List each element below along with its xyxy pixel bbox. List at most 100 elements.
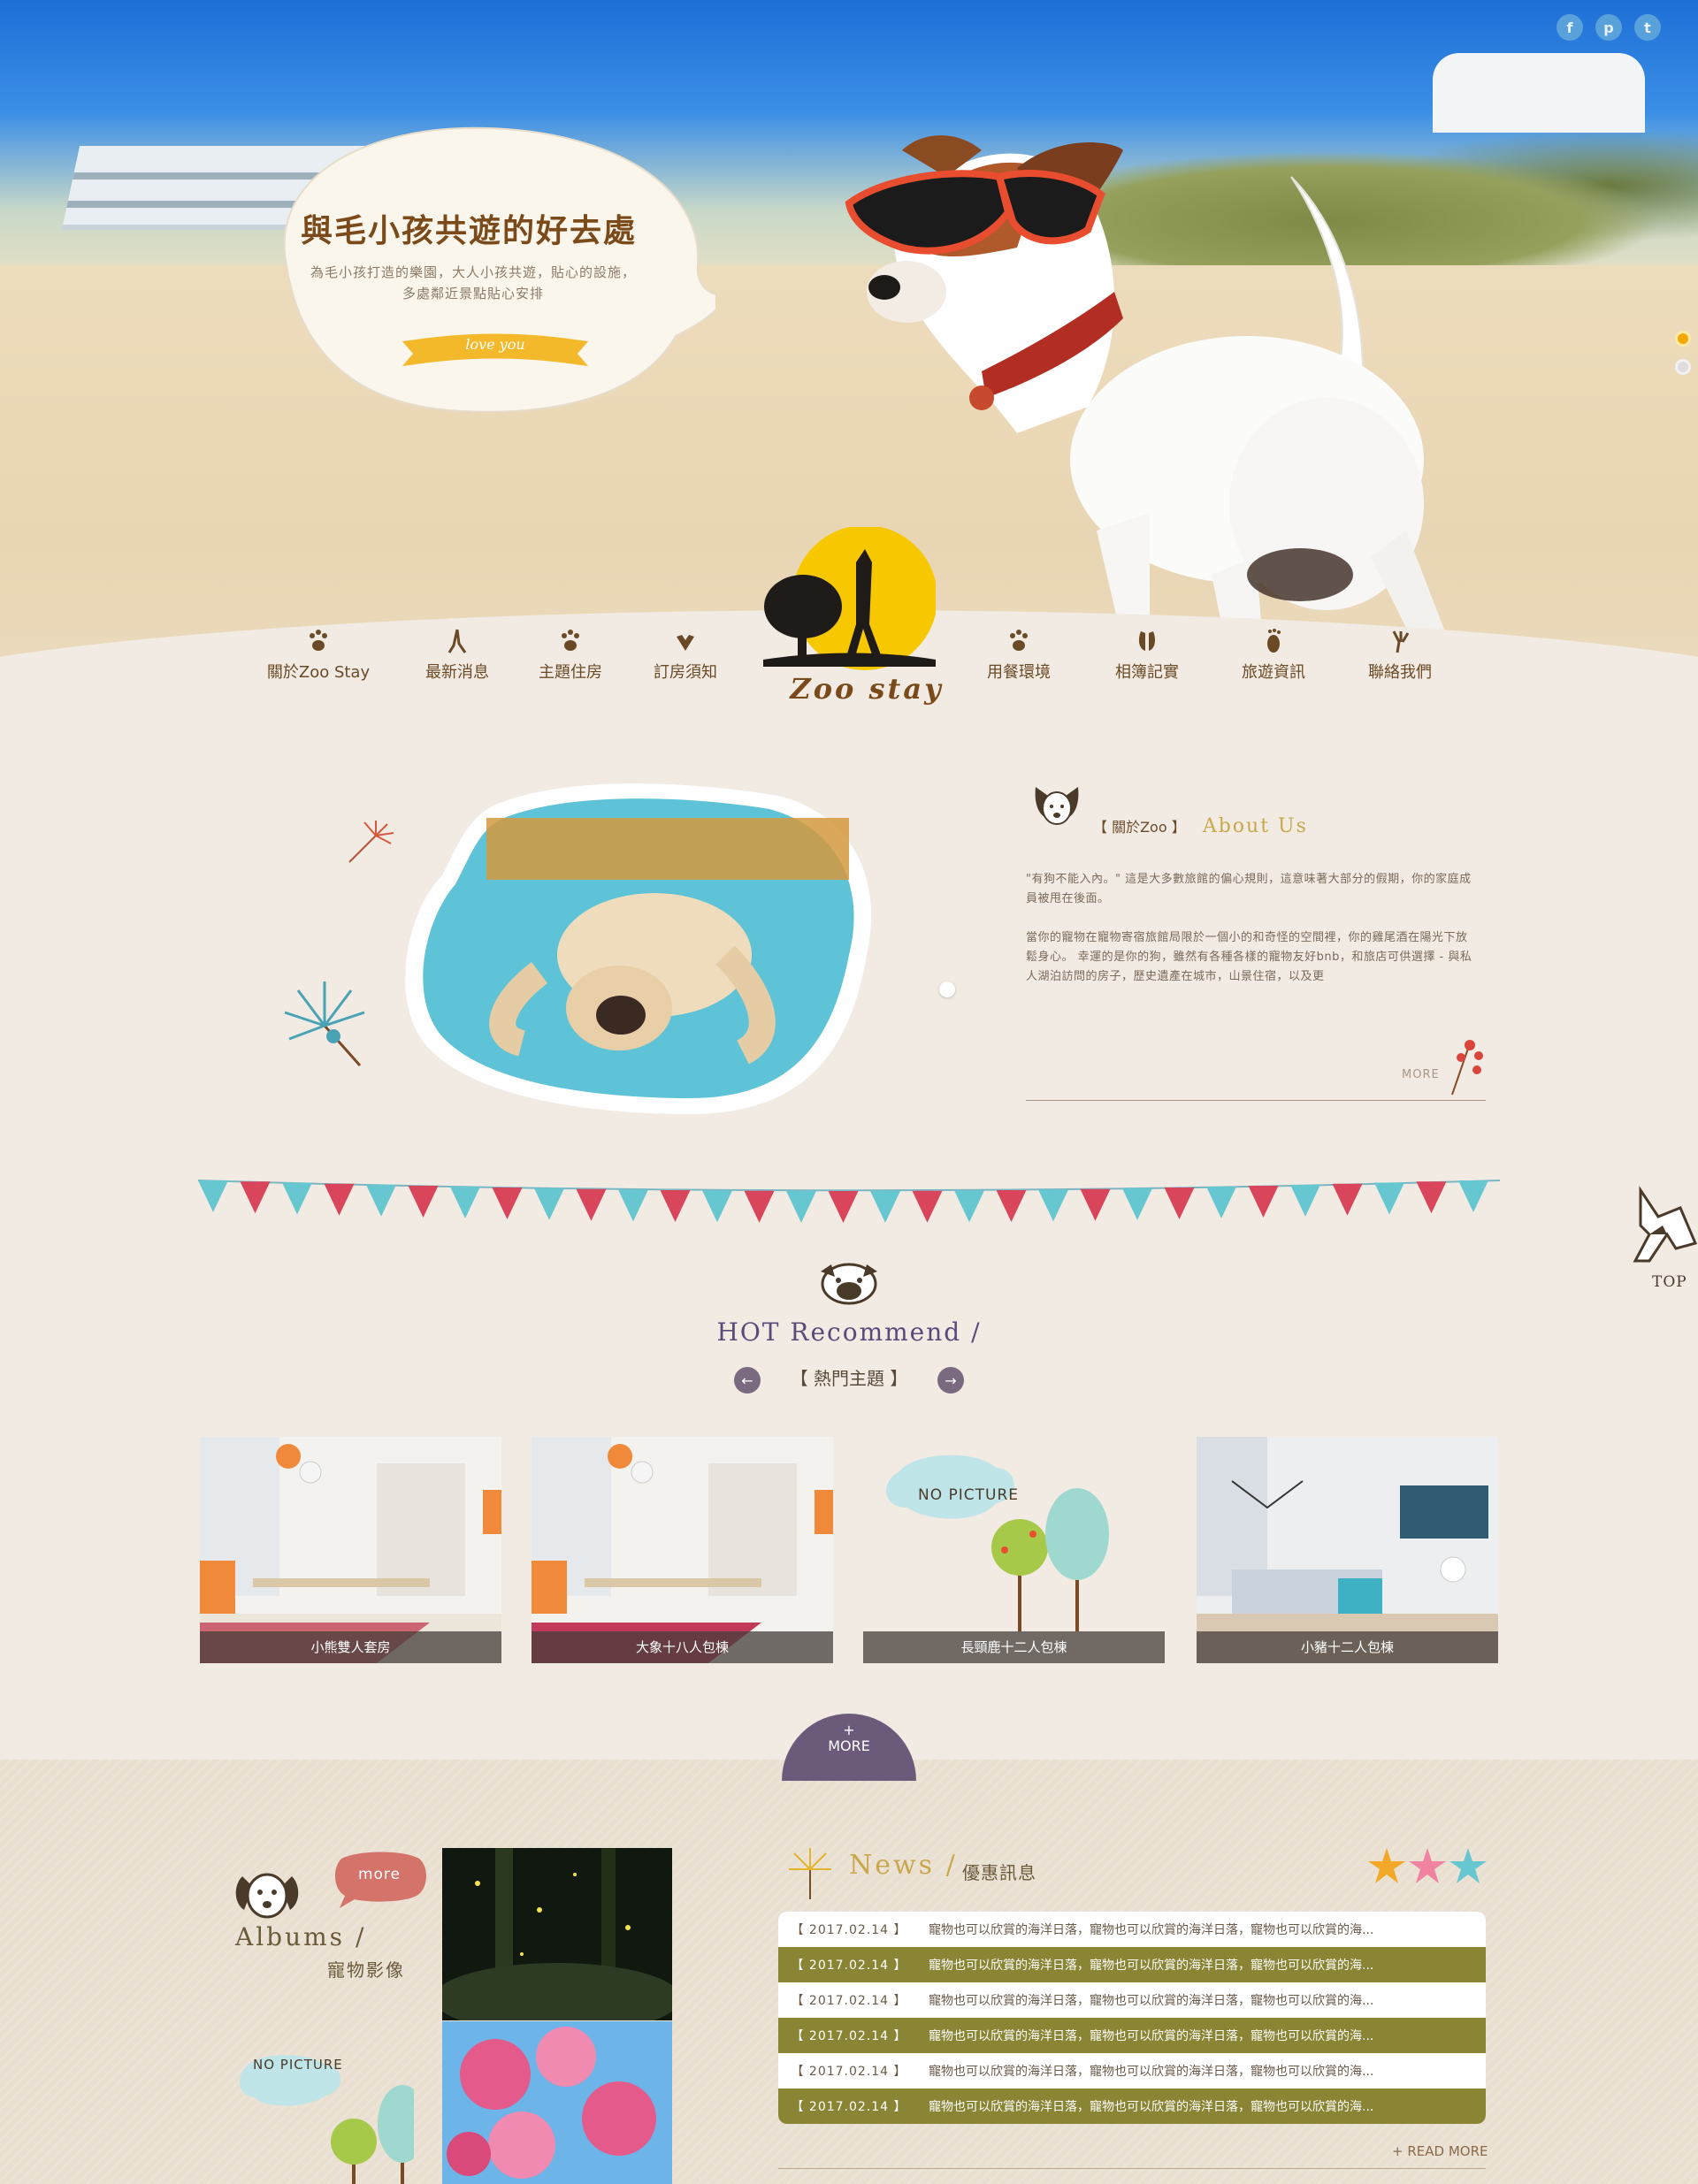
news-date: 【 2017.02.14 】 — [791, 1994, 907, 2008]
hero-slider-dots — [1675, 331, 1691, 375]
news-date: 【 2017.02.14 】 — [791, 1959, 907, 1973]
album-photo — [442, 2021, 672, 2184]
news-divider — [778, 2168, 1486, 2169]
dandelion-icon — [284, 981, 365, 1066]
main-nav: 關於Zoo Stay 最新消息 主題住房 訂房須知 用餐環境 相簿記實 旅遊資訊… — [0, 628, 1698, 690]
paw-icon — [562, 630, 579, 651]
about-more-link[interactable]: MORE — [1402, 1068, 1440, 1081]
nav-label: 聯絡我們 — [1368, 663, 1432, 682]
news-title: News / — [849, 1850, 958, 1881]
nav-item-dining[interactable]: 用餐環境 — [952, 628, 1085, 683]
bunting-flag — [282, 1182, 312, 1215]
news-row[interactable]: 【 2017.02.14 】 寵物也可以欣賞的海洋日落，寵物也可以欣賞的海洋日落，… — [778, 1947, 1486, 1982]
news-row[interactable]: 【 2017.02.14 】 寵物也可以欣賞的海洋日落，寵物也可以欣賞的海洋日落，… — [778, 2089, 1486, 2124]
hoof-icon — [1138, 631, 1156, 651]
footprint-icon — [447, 629, 467, 653]
news-row[interactable]: 【 2017.02.14 】 寵物也可以欣賞的海洋日落，寵物也可以欣賞的海洋日落，… — [778, 2018, 1486, 2053]
room-card[interactable]: 小熊雙人套房 — [200, 1437, 501, 1663]
about-title: 【 關於Zoo 】 About Us — [1093, 815, 1308, 837]
album-photo — [442, 1848, 672, 2020]
news-read-more-link[interactable]: + READ MORE — [1392, 2143, 1488, 2159]
nav-label: 相簿記實 — [1115, 663, 1179, 682]
paw-icon — [1010, 630, 1028, 651]
bunting-flag — [996, 1189, 1027, 1222]
hot-cards: 小熊雙人套房 大象十八人包棟 NO PICTURE 長頸鹿十二人包棟 小豬十二人… — [200, 1437, 1498, 1663]
slider-dot[interactable] — [1675, 359, 1691, 375]
bunting-flag — [828, 1191, 859, 1223]
no-picture-illustration — [886, 1455, 1109, 1631]
bunting-flag — [1038, 1189, 1068, 1222]
news-text: 寵物也可以欣賞的海洋日落，寵物也可以欣賞的海洋日落，寵物也可以欣賞的海... — [929, 2100, 1374, 2114]
nav-label: 主題住房 — [539, 663, 602, 682]
albums-no-picture-label: NO PICTURE — [253, 2057, 343, 2073]
about-body: "有狗不能入內。" 這是大多數旅館的偏心規則，這意味著大部分的假期，你的家庭成員… — [1026, 870, 1479, 1012]
about-title-en: About Us — [1202, 815, 1308, 837]
slider-dot[interactable] — [1675, 331, 1691, 347]
love-ribbon-text: love you — [465, 336, 525, 353]
bunting-flag — [1374, 1182, 1404, 1215]
nav-item-travel[interactable]: 旅遊資訊 — [1207, 628, 1340, 683]
about-title-zh: 【 關於Zoo 】 — [1093, 819, 1186, 836]
dog-head-icon — [1035, 787, 1079, 825]
room-photo — [1197, 1437, 1498, 1663]
berry-branch-icon — [1451, 1040, 1483, 1096]
paw-icon — [310, 630, 327, 651]
news-row[interactable]: 【 2017.02.14 】 寵物也可以欣賞的海洋日落，寵物也可以欣賞的海洋日落，… — [778, 1982, 1486, 2018]
bunting-flag — [240, 1181, 271, 1214]
news-date: 【 2017.02.14 】 — [791, 2065, 907, 2079]
news-text: 寵物也可以欣賞的海洋日落，寵物也可以欣賞的海洋日落，寵物也可以欣賞的海... — [929, 2029, 1374, 2043]
pug-icon — [821, 1263, 877, 1305]
social-links: f p t — [1556, 14, 1661, 41]
no-picture-label: NO PICTURE — [918, 1486, 1020, 1504]
about-paragraph: "有狗不能入內。" 這是大多數旅館的偏心規則，這意味著大部分的假期，你的家庭成員… — [1026, 873, 1472, 905]
more-plus: + — [843, 1722, 855, 1738]
room-photo — [532, 1437, 833, 1663]
facebook-icon[interactable]: f — [1556, 14, 1583, 41]
dandelion-icon — [789, 1848, 831, 1899]
room-card[interactable]: 大象十八人包棟 — [532, 1437, 833, 1663]
bunting-flag — [1080, 1188, 1111, 1221]
bunting-flag — [1332, 1183, 1363, 1216]
room-photo — [200, 1437, 501, 1663]
bunting-flag — [1458, 1180, 1488, 1212]
nav-item-booking[interactable]: 訂房須知 — [619, 628, 752, 683]
album-photo-forest[interactable] — [442, 1848, 672, 2020]
news-subtitle: 優惠訊息 — [962, 1862, 1036, 1883]
nav-item-albums[interactable]: 相簿記實 — [1081, 628, 1213, 683]
hot-more-button[interactable]: + MORE — [782, 1714, 916, 1781]
bunting-flag — [1416, 1181, 1447, 1214]
nav-label: 關於Zoo Stay — [266, 663, 371, 682]
room-card[interactable]: NO PICTURE 長頸鹿十二人包棟 — [863, 1437, 1165, 1663]
room-caption: 小熊雙人套房 — [200, 1631, 501, 1663]
room-card[interactable]: 小豬十二人包棟 — [1197, 1437, 1498, 1663]
bunting-flag — [870, 1190, 900, 1223]
albums-title: Albums / — [235, 1922, 367, 1951]
album-photo-blossom[interactable] — [442, 2021, 672, 2184]
news-text: 寵物也可以欣賞的海洋日落，寵物也可以欣賞的海洋日落，寵物也可以欣賞的海... — [929, 2065, 1374, 2079]
bunting-flag — [744, 1190, 775, 1223]
hero-text: 為毛小孩打造的樂園，大人小孩共遊，貼心的設施，多處鄰近景點貼心安排 — [310, 264, 636, 302]
bunting-decoration — [198, 1180, 1500, 1223]
news-row[interactable]: 【 2017.02.14 】 寵物也可以欣賞的海洋日落，寵物也可以欣賞的海洋日落，… — [778, 2053, 1486, 2089]
hot-next-button[interactable]: → — [937, 1367, 964, 1394]
room-caption: 小豬十二人包棟 — [1197, 1631, 1498, 1663]
twitter-icon[interactable]: t — [1634, 14, 1661, 41]
bunting-flag — [786, 1190, 816, 1223]
pinterest-icon[interactable]: p — [1595, 14, 1622, 41]
nav-item-contact[interactable]: 聯絡我們 — [1334, 628, 1466, 683]
bunting-flag — [1248, 1186, 1279, 1218]
news-date: 【 2017.02.14 】 — [791, 2029, 907, 2043]
nav-item-rooms[interactable]: 主題住房 — [504, 628, 637, 683]
bunting-flag — [1122, 1187, 1152, 1220]
bunting-flag — [534, 1187, 564, 1220]
hero-title: 與毛小孩共遊的好去處 — [300, 212, 637, 249]
bunting-flag — [198, 1180, 228, 1212]
room-caption: 大象十八人包棟 — [532, 1631, 833, 1663]
about-slider-dot[interactable] — [939, 981, 955, 997]
nav-item-about[interactable]: 關於Zoo Stay — [252, 628, 385, 683]
news-row[interactable]: 【 2017.02.14 】 寵物也可以欣賞的海洋日落，寵物也可以欣賞的海洋日落，… — [778, 1912, 1486, 1947]
about-paragraph: 當你的寵物在寵物寄宿旅館局限於一個小的和奇怪的空間裡，你的雞尾酒在陽光下放鬆身心… — [1026, 931, 1472, 983]
stars-icon — [1368, 1848, 1487, 1883]
news-text: 寵物也可以欣賞的海洋日落，寵物也可以欣賞的海洋日落，寵物也可以欣賞的海... — [929, 1959, 1374, 1973]
bunting-flag — [660, 1189, 691, 1222]
